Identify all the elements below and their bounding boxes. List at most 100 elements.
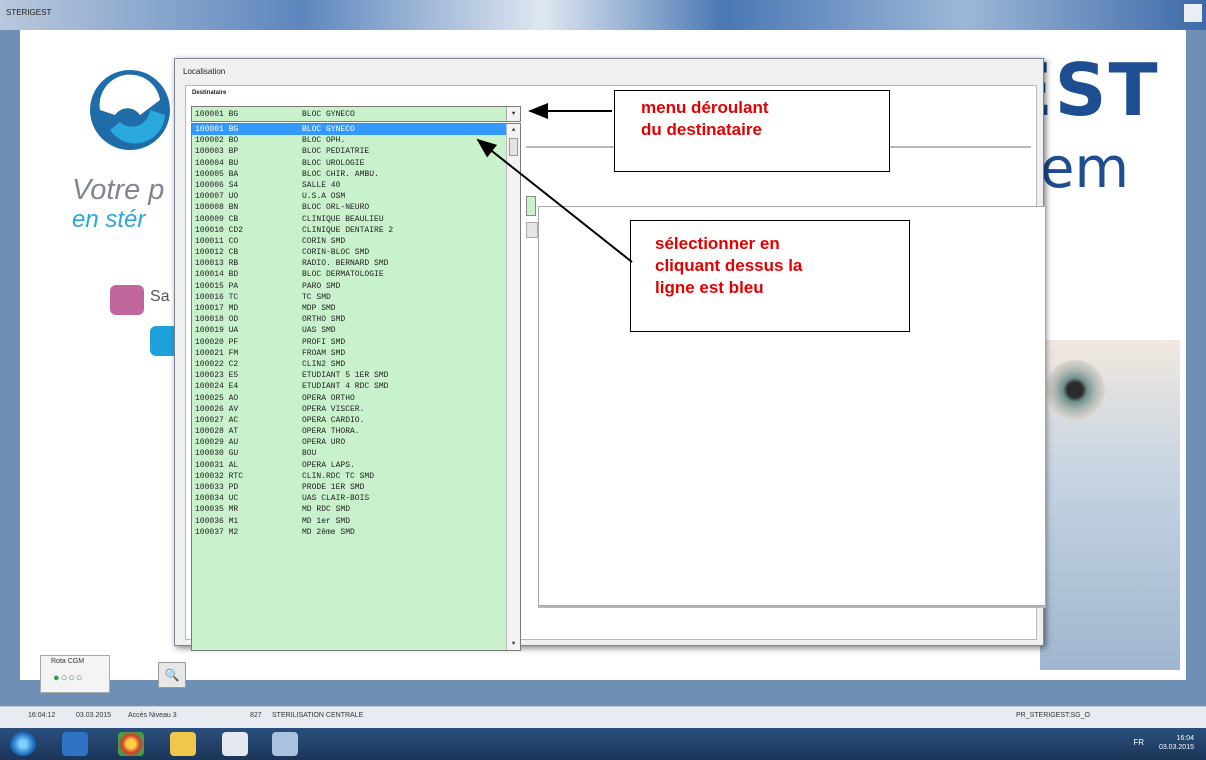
scroll-up-icon[interactable]: ▲ — [507, 124, 520, 136]
list-item[interactable]: 100002 BO BLOC OPH. — [192, 135, 520, 146]
list-item[interactable]: 100008 BN BLOC ORL-NEURO — [192, 202, 520, 213]
key-button[interactable]: 🔍 — [158, 662, 186, 688]
list-item[interactable]: 100036 M1 MD 1er SMD — [192, 516, 520, 527]
key-icon: 🔍 — [164, 668, 180, 682]
list-item[interactable]: 100025 AO OPERA ORTHO — [192, 393, 520, 404]
ie-icon[interactable] — [62, 732, 88, 756]
list-item[interactable]: 100031 AL OPERA LAPS. — [192, 460, 520, 471]
item-name: MD 1er SMD — [302, 516, 351, 526]
grid-scroll-button[interactable] — [526, 222, 538, 238]
item-code: 100019 UA — [195, 326, 239, 336]
chevron-down-icon[interactable]: ▼ — [506, 107, 520, 121]
rota-status-dots: ●○○○ — [53, 672, 84, 684]
scroll-thumb[interactable] — [509, 138, 518, 156]
list-item[interactable]: 100011 CO CORIN SMD — [192, 236, 520, 247]
chrome-icon[interactable] — [118, 732, 144, 756]
hero-eye-image — [1040, 340, 1180, 670]
tagline-line2: en stér — [72, 206, 146, 233]
status-time: 16:04:12 — [28, 712, 56, 719]
item-name: PRODE 1ER SMD — [302, 483, 365, 492]
item-name: MD 2ème SMD — [302, 527, 355, 537]
list-item[interactable]: 100014 BD BLOC DERMATOLOGIE — [192, 269, 520, 280]
item-name: U.S.A OSM — [302, 192, 346, 202]
list-item[interactable]: 100020 PF PROFI SMD — [192, 337, 520, 348]
list-item[interactable]: 100028 AT OPERA THORA. — [192, 426, 520, 437]
item-name: MD RDC SMD — [302, 505, 351, 515]
list-item[interactable]: 100032 RTC CLIN.RDC TC SMD — [192, 471, 520, 482]
list-item[interactable]: 100013 RB RADIO. BERNARD SMD — [192, 258, 520, 269]
item-code: 100017 MD — [195, 304, 239, 313]
item-code: 100029 AU — [195, 438, 239, 448]
list-item[interactable]: 100033 PD PRODE 1ER SMD — [192, 482, 520, 493]
pink-tile-button[interactable] — [110, 285, 144, 315]
item-name: BOU — [302, 449, 317, 459]
item-name: UAS SMD — [302, 326, 336, 336]
item-code: 100002 BO — [195, 136, 239, 146]
pink-tile-label: Sa — [150, 288, 170, 305]
list-item[interactable]: 100027 AC OPERA CARDIO. — [192, 415, 520, 426]
list-item[interactable]: 100001 BG BLOC GYNECO — [192, 124, 520, 136]
taskbar-clock[interactable]: 16:04 03.03.2015 — [1159, 734, 1194, 752]
item-code: 100022 C2 — [195, 359, 239, 369]
grid-cell[interactable] — [526, 196, 536, 216]
list-item[interactable]: 100034 UC UAS CLAIR-BOIS — [192, 493, 520, 504]
item-code: 100031 AL — [195, 460, 239, 470]
destinataire-dropdown[interactable]: 100001 BG BLOC GYNECO ▼ — [191, 106, 521, 122]
item-code: 100037 M2 — [195, 527, 239, 537]
app-taskbar-icon[interactable] — [222, 732, 248, 756]
destinataire-list[interactable]: 100001 BG BLOC GYNECO 100002 BO BLOC OPH. 10… — [191, 123, 521, 651]
list-item[interactable]: 100037 M2 MD 2ème SMD — [192, 527, 520, 538]
item-code: 100006 S4 — [195, 180, 239, 190]
list-item[interactable]: 100015 PA PARO SMD — [192, 281, 520, 292]
item-code: 100026 AV — [195, 404, 239, 414]
window-taskbar-icon[interactable] — [272, 732, 298, 756]
list-item[interactable]: 100022 C2 CLIN2 SMD — [192, 359, 520, 370]
list-item[interactable]: 100006 S4 SALLE 40 — [192, 180, 520, 191]
list-item[interactable]: 100023 E5 ETUDIANT 5 1ER SMD — [192, 370, 520, 381]
item-name: MDP SMD — [302, 304, 336, 313]
list-item[interactable]: 100009 CB CLINIQUE BEAULIEU — [192, 214, 520, 225]
list-item[interactable]: 100003 BP BLOC PEDIATRIE — [192, 146, 520, 157]
annotation-dropdown: menu déroulant du destinataire — [614, 90, 890, 172]
list-item[interactable]: 100021 FM FROAM SMD — [192, 348, 520, 359]
divider — [538, 606, 1046, 608]
dialog-title: Localisation — [183, 67, 226, 76]
list-item[interactable]: 100004 BU BLOC UROLOGIE — [192, 158, 520, 169]
item-name: CORIN-BLOC SMD — [302, 248, 370, 258]
list-scrollbar[interactable]: ▲ ▼ — [506, 124, 520, 650]
item-name: OPERA THORA. — [302, 427, 360, 437]
item-name: CLIN.RDC TC SMD — [302, 471, 375, 481]
item-code: 100003 BP — [195, 147, 239, 157]
list-item[interactable]: 100010 CD2 CLINIQUE DENTAIRE 2 — [192, 225, 520, 236]
list-item[interactable]: 100017 MD MDP SMD — [192, 303, 520, 314]
item-name: OPERA URO — [302, 438, 346, 448]
start-button[interactable] — [10, 732, 36, 756]
item-code: 100021 FM — [195, 348, 239, 358]
status-code: 827 — [250, 712, 262, 719]
list-item[interactable]: 100026 AV OPERA VISCER. — [192, 404, 520, 415]
list-item[interactable]: 100007 UO U.S.A OSM — [192, 191, 520, 202]
status-date: 03.03.2015 — [76, 712, 112, 719]
explorer-icon[interactable] — [170, 732, 196, 756]
item-name: SALLE 40 — [302, 180, 341, 190]
scroll-down-icon[interactable]: ▼ — [507, 638, 520, 650]
item-code: 100004 BU — [195, 158, 239, 168]
list-item[interactable]: 100018 OD ORTHO SMD — [192, 314, 520, 325]
item-name: FROAM SMD — [302, 348, 346, 358]
tray-language[interactable]: FR — [1133, 738, 1144, 747]
status-service: STERILISATION CENTRALE — [272, 712, 364, 719]
list-item[interactable]: 100035 MR MD RDC SMD — [192, 504, 520, 515]
list-item[interactable]: 100019 UA UAS SMD — [192, 325, 520, 336]
list-item[interactable]: 100029 AU OPERA URO — [192, 437, 520, 448]
list-item[interactable]: 100005 BA BLOC CHIR. AMBU. — [192, 169, 520, 180]
list-item[interactable]: 100012 CB CORIN-BLOC SMD — [192, 247, 520, 258]
item-name: BLOC OPH. — [302, 136, 346, 146]
close-button[interactable] — [1184, 4, 1202, 22]
destinataire-label: Destinataire — [192, 90, 227, 96]
list-item[interactable]: 100024 E4 ETUDIANT 4 RDC SMD — [192, 381, 520, 392]
item-name: BLOC CHIR. AMBU. — [302, 169, 379, 179]
list-item[interactable]: 100030 GU BOU — [192, 448, 520, 459]
item-name: BLOC DERMATOLOGIE — [302, 270, 384, 280]
list-item[interactable]: 100016 TC TC SMD — [192, 292, 520, 303]
item-name: RADIO. BERNARD SMD — [302, 259, 389, 269]
